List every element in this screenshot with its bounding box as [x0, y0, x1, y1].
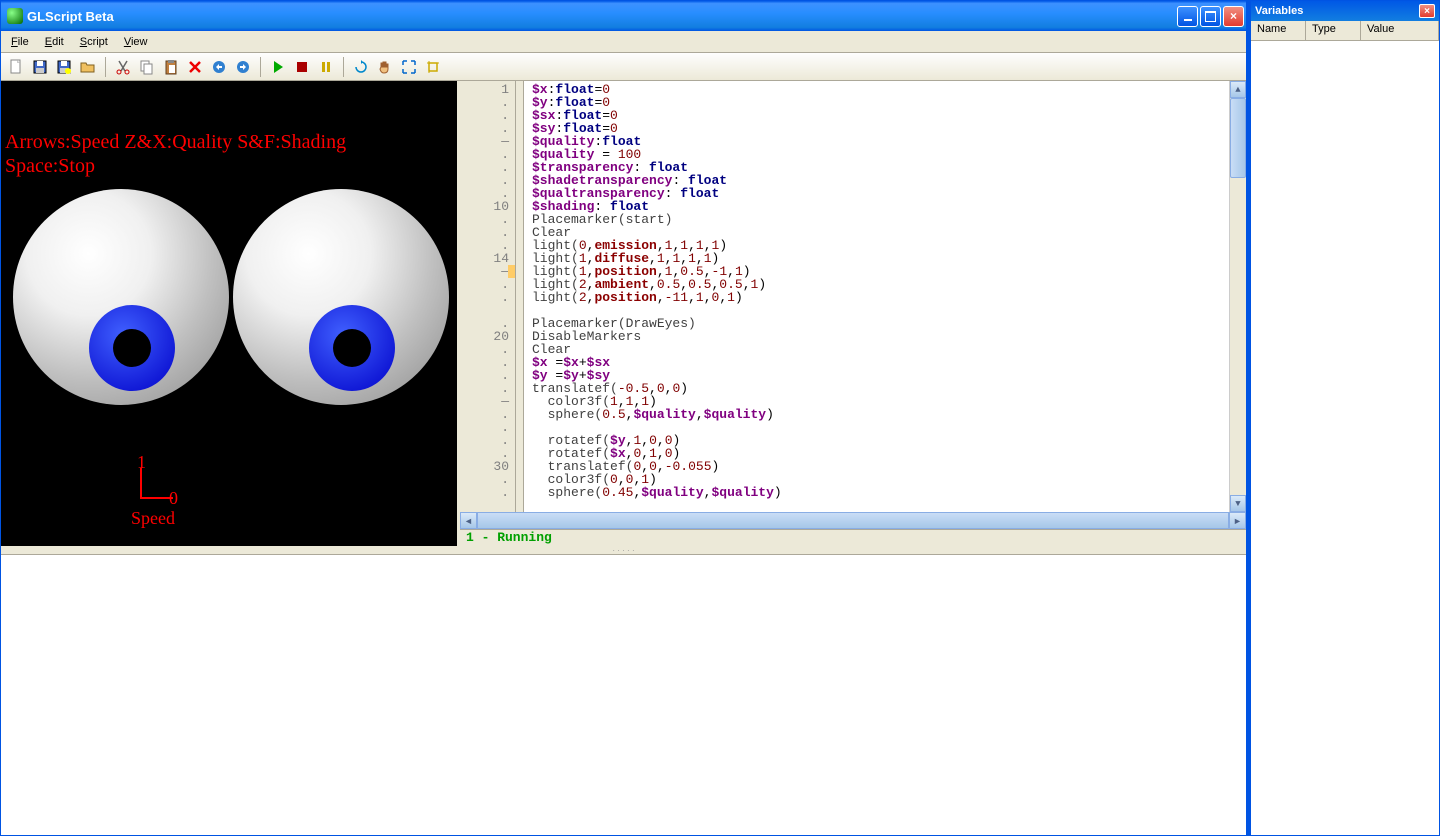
- run-icon[interactable]: [267, 56, 289, 78]
- col-value[interactable]: Value: [1361, 21, 1439, 40]
- undo-icon[interactable]: [208, 56, 230, 78]
- variables-body[interactable]: [1251, 41, 1439, 835]
- menu-script[interactable]: Script: [72, 34, 116, 50]
- output-panel[interactable]: [1, 554, 1246, 835]
- menu-file[interactable]: File: [3, 34, 37, 50]
- horizontal-scrollbar[interactable]: ◄►: [460, 512, 1246, 529]
- stop-icon[interactable]: [291, 56, 313, 78]
- overlay-instructions-1: Arrows:Speed Z&X:Quality S&F:Shading: [5, 131, 346, 154]
- variables-window: Variables × Name Type Value: [1250, 0, 1440, 836]
- cut-icon[interactable]: [112, 56, 134, 78]
- rendered-eye-left: [13, 189, 229, 405]
- minimize-button[interactable]: [1177, 6, 1198, 27]
- code-area[interactable]: $x:float=0$y:float=0$sx:float=0$sy:float…: [524, 81, 1229, 512]
- line-gutter: 1...—....10...14—...20....—....30..: [460, 81, 516, 512]
- variables-titlebar[interactable]: Variables ×: [1251, 1, 1439, 21]
- rendered-eye-right: [233, 189, 449, 405]
- splitter[interactable]: · · · · ·: [1, 546, 1246, 554]
- menubar: File Edit Script View: [1, 31, 1246, 53]
- crop-icon[interactable]: [422, 56, 444, 78]
- code-editor[interactable]: 1...—....10...14—...20....—....30.. $x:f…: [460, 81, 1246, 512]
- editor-panel: 1...—....10...14—...20....—....30.. $x:f…: [457, 81, 1246, 546]
- col-name[interactable]: Name: [1251, 21, 1306, 40]
- menu-view[interactable]: View: [116, 34, 156, 50]
- vertical-scrollbar[interactable]: ▲ ▼: [1229, 81, 1246, 512]
- maximize-button[interactable]: [1200, 6, 1221, 27]
- col-type[interactable]: Type: [1306, 21, 1361, 40]
- open-icon[interactable]: [77, 56, 99, 78]
- render-viewport[interactable]: Arrows:Speed Z&X:Quality S&F:Shading Spa…: [1, 81, 457, 546]
- app-icon: [7, 8, 23, 24]
- window-title: GLScript Beta: [27, 9, 1177, 24]
- refresh-icon[interactable]: [350, 56, 372, 78]
- status-bar: 1 - Running: [460, 529, 1246, 546]
- paste-icon[interactable]: [160, 56, 182, 78]
- toolbar: [1, 53, 1246, 81]
- redo-icon[interactable]: [232, 56, 254, 78]
- new-file-icon[interactable]: [5, 56, 27, 78]
- copy-icon[interactable]: [136, 56, 158, 78]
- save-as-icon[interactable]: [53, 56, 75, 78]
- save-icon[interactable]: [29, 56, 51, 78]
- overlay-instructions-2: Space:Stop: [5, 155, 95, 178]
- pause-icon[interactable]: [315, 56, 337, 78]
- titlebar[interactable]: GLScript Beta ×: [1, 1, 1246, 31]
- variables-header: Name Type Value: [1251, 21, 1439, 41]
- main-window: GLScript Beta × File Edit Script View: [0, 0, 1250, 836]
- close-button[interactable]: ×: [1223, 6, 1244, 27]
- menu-edit[interactable]: Edit: [37, 34, 72, 50]
- delete-icon[interactable]: [184, 56, 206, 78]
- fullscreen-icon[interactable]: [398, 56, 420, 78]
- variables-close-icon[interactable]: ×: [1419, 4, 1435, 18]
- hand-icon[interactable]: [374, 56, 396, 78]
